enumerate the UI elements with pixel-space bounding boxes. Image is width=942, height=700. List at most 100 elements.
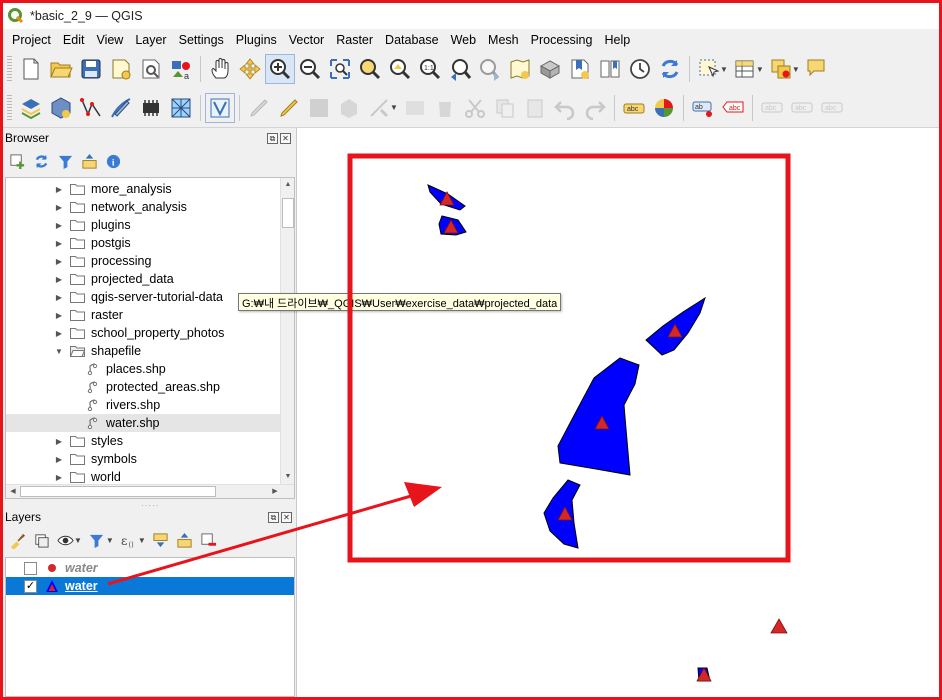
layer-visibility-checkbox[interactable] [24,561,37,575]
new-geopackage-layer-icon[interactable] [46,93,76,123]
browser-item[interactable]: places.shp [6,360,280,378]
vertex-tool-icon[interactable] [106,93,136,123]
save-edits-icon[interactable] [304,93,334,123]
modify-attributes-icon[interactable] [400,93,430,123]
browser-item[interactable]: ▶ plugins [6,216,280,234]
change-label-icon[interactable]: abc [817,93,847,123]
collapse-layers-icon[interactable] [174,529,196,551]
browser-item[interactable]: rivers.shp [6,396,280,414]
browser-item[interactable]: ▶ postgis [6,234,280,252]
pin-labels-icon[interactable]: ab [688,93,718,123]
collapsed-arrow-icon[interactable]: ▶ [54,203,64,212]
menu-database[interactable]: Database [379,33,445,47]
add-group-icon[interactable] [30,529,52,551]
zoom-to-layer-icon[interactable] [385,54,415,84]
browser-vertical-scrollbar[interactable]: ▲ ▼ [280,178,294,484]
scroll-right-icon[interactable]: ▶ [268,485,282,498]
add-selected-layers-icon[interactable] [6,150,28,172]
layer-visibility-checkbox[interactable]: ✓ [24,579,37,593]
collapsed-arrow-icon[interactable]: ▶ [54,275,64,284]
open-project-icon[interactable] [46,54,76,84]
browser-hscroll-thumb[interactable] [20,486,216,497]
browser-item[interactable]: ▶ school_property_photos [6,324,280,342]
collapsed-arrow-icon[interactable]: ▶ [54,455,64,464]
scroll-down-icon[interactable]: ▼ [281,470,294,484]
redo-icon[interactable] [580,93,610,123]
collapsed-arrow-icon[interactable]: ▶ [54,437,64,446]
collapse-all-icon[interactable] [78,150,100,172]
show-bookmarks-icon[interactable] [595,54,625,84]
browser-item[interactable]: ▶ world [6,468,280,486]
style-manager-icon[interactable]: a [166,54,196,84]
menu-help[interactable]: Help [598,33,636,47]
collapsed-arrow-icon[interactable]: ▶ [54,221,64,230]
collapsed-arrow-icon[interactable]: ▶ [54,185,64,194]
zoom-out-icon[interactable] [295,54,325,84]
refresh-icon[interactable] [655,54,685,84]
pan-icon[interactable] [205,54,235,84]
paste-features-icon[interactable] [520,93,550,123]
water-polygon[interactable] [557,357,640,476]
float-panel-icon[interactable]: ⧉ [267,132,278,144]
point-marker[interactable] [770,618,788,634]
browser-item[interactable]: ▶ more_analysis [6,180,280,198]
edit-pencil-icon[interactable] [274,93,304,123]
copy-features-icon[interactable] [490,93,520,123]
zoom-next-icon[interactable] [475,54,505,84]
browser-item[interactable]: protected_areas.shp [6,378,280,396]
temporal-controller-icon[interactable] [625,54,655,84]
rotate-label-icon[interactable]: abc [787,93,817,123]
zoom-full-icon[interactable] [325,54,355,84]
attribute-dropdown-icon[interactable]: ▼ [756,65,764,74]
float-layers-panel-icon[interactable]: ⧉ [268,511,279,523]
manage-visibility-icon[interactable] [54,529,76,551]
virtual-layer-icon[interactable] [205,92,235,123]
layer-diagram-icon[interactable] [649,93,679,123]
zoom-native-icon[interactable]: 1:1 [415,54,445,84]
menu-edit[interactable]: Edit [57,33,91,47]
scroll-left-icon[interactable]: ◀ [6,485,20,498]
label-toolbar-icon[interactable]: abc [619,93,649,123]
menu-plugins[interactable]: Plugins [230,33,283,47]
menu-project[interactable]: Project [6,33,57,47]
browser-tree[interactable]: ▲ ▼ ◀ ▶ ▶ more_analysis ▶ network_analysis ▶… [5,177,295,499]
digitize-icon[interactable] [76,93,106,123]
filter-browser-icon[interactable] [54,150,76,172]
expanded-arrow-icon[interactable]: ▼ [54,347,64,356]
menu-view[interactable]: View [90,33,129,47]
layer-styling-icon[interactable] [6,529,28,551]
map-svg[interactable] [298,128,939,697]
browser-item[interactable]: ▶ projected_data [6,270,280,288]
menu-mesh[interactable]: Mesh [482,33,525,47]
move-label-icon[interactable]: abc [757,93,787,123]
collapsed-arrow-icon[interactable]: ▶ [54,239,64,248]
collapsed-arrow-icon[interactable]: ▶ [54,257,64,266]
toggle-editing-icon[interactable] [244,93,274,123]
browser-refresh-icon[interactable] [30,150,52,172]
map-canvas[interactable] [298,128,939,697]
browser-item[interactable]: water.shp [6,414,280,432]
pan-to-selection-icon[interactable] [235,54,265,84]
new-project-icon[interactable] [16,54,46,84]
remove-layer-icon[interactable] [198,529,220,551]
browser-item[interactable]: ▶ network_analysis [6,198,280,216]
toolbar-grip-2[interactable] [7,94,12,121]
zoom-to-selection-icon[interactable] [355,54,385,84]
expand-all-icon[interactable] [150,529,172,551]
show-hide-labels-icon[interactable]: abc [718,93,748,123]
browser-item[interactable]: ▶ symbols [6,450,280,468]
collapsed-arrow-icon[interactable]: ▶ [54,329,64,338]
collapsed-arrow-icon[interactable]: ▶ [54,473,64,482]
browser-scroll-thumb[interactable] [282,198,294,228]
toolbar-grip[interactable] [7,56,12,82]
filter-expression-icon[interactable]: ε() [118,529,140,551]
save-project-icon[interactable] [76,54,106,84]
new-print-layout-icon[interactable] [106,54,136,84]
menu-web[interactable]: Web [445,33,482,47]
menu-settings[interactable]: Settings [173,33,230,47]
new-map-view-icon[interactable] [505,54,535,84]
menu-raster[interactable]: Raster [330,33,379,47]
browser-item[interactable]: ▶ processing [6,252,280,270]
browser-item[interactable]: ▼ shapefile [6,342,280,360]
layer-item[interactable]: ✓ water [6,577,294,595]
